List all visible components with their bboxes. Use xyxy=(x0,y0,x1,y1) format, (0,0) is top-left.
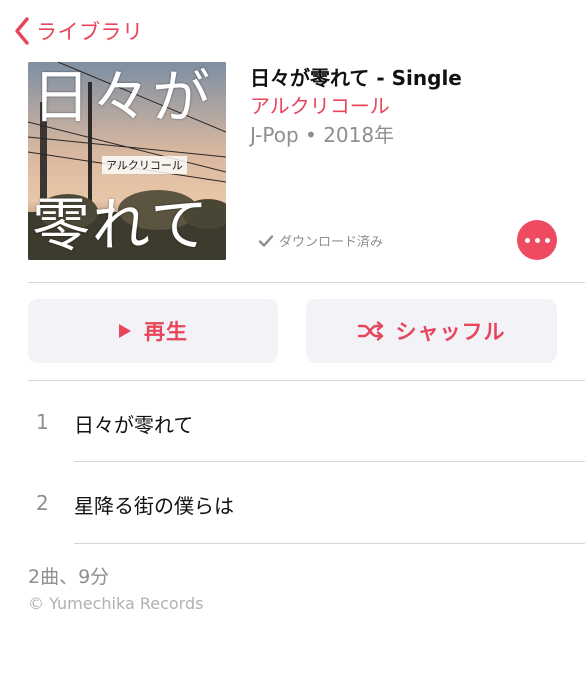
shuffle-label: シャッフル xyxy=(395,320,506,344)
divider xyxy=(74,543,585,544)
track-title: 星降る街の僕らは xyxy=(74,494,234,518)
artwork-artist: アルクリコール xyxy=(102,156,187,174)
back-label: ライブラリ xyxy=(36,20,144,44)
track-number: 1 xyxy=(36,410,49,434)
more-button[interactable] xyxy=(517,220,557,260)
genre-year: J-Pop • 2018年 xyxy=(250,123,395,147)
shuffle-button[interactable]: シャッフル xyxy=(306,299,557,363)
track-summary: 2曲、9分 xyxy=(28,566,110,588)
track-number: 2 xyxy=(36,491,49,515)
track-row[interactable]: 1 日々が零れて xyxy=(0,381,585,461)
divider xyxy=(28,282,585,283)
play-label: 再生 xyxy=(144,320,188,344)
download-status-label: ダウンロード済み xyxy=(279,235,384,250)
artist-link[interactable]: アルクリコール xyxy=(250,90,390,119)
track-row[interactable]: 2 星降る街の僕らは xyxy=(0,462,585,542)
chevron-left-icon xyxy=(15,17,29,45)
checkmark-icon xyxy=(258,234,274,247)
shuffle-icon xyxy=(357,321,383,341)
artwork-title-top: 日々が xyxy=(32,63,213,131)
track-title: 日々が零れて xyxy=(74,413,194,437)
copyright: © Yumechika Records xyxy=(28,594,204,613)
download-status: ダウンロード済み xyxy=(258,231,383,250)
artwork-title-bottom: 零れて xyxy=(32,191,211,259)
more-icon xyxy=(522,237,552,243)
back-button[interactable]: ライブラリ xyxy=(14,14,144,48)
play-button[interactable]: 再生 xyxy=(28,299,278,363)
play-icon xyxy=(119,324,131,338)
album-artwork: 日々が アルクリコール 零れて xyxy=(28,62,226,260)
album-title: 日々が零れて - Single xyxy=(250,66,462,90)
